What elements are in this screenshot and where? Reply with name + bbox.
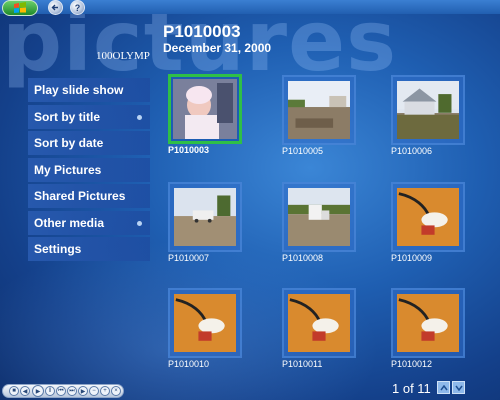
side-menu: Play slide show Sort by title Sort by da… bbox=[28, 78, 150, 264]
photo-thumbnail bbox=[397, 188, 459, 246]
folder-name: 100OLYMP bbox=[96, 50, 150, 62]
start-button[interactable] bbox=[2, 0, 38, 16]
thumbnail-frame bbox=[282, 182, 356, 252]
photo-thumbnail bbox=[288, 188, 350, 246]
transport-controls: ■ ◀ ▶ ‖ ⏮ ⏭ ▶ − + × bbox=[2, 384, 124, 398]
menu-item-sort-by-date[interactable]: Sort by date bbox=[28, 131, 150, 155]
photo-thumbnail bbox=[397, 81, 459, 139]
menu-item-other-media[interactable]: Other media bbox=[28, 210, 150, 235]
thumbnail-tile[interactable]: P1010009 bbox=[391, 182, 469, 263]
thumbnail-tile[interactable]: P1010008 bbox=[282, 182, 360, 263]
menu-item-sort-by-title[interactable]: Sort by title bbox=[28, 104, 150, 129]
volume-down-icon[interactable]: − bbox=[89, 386, 99, 396]
thumbnail-tile[interactable]: P1010007 bbox=[168, 182, 246, 263]
thumbnail-caption: P1010012 bbox=[391, 359, 433, 369]
thumbnail-frame bbox=[391, 75, 465, 145]
menu-item-label: Sort by date bbox=[34, 136, 104, 150]
chevron-up-icon bbox=[439, 384, 448, 390]
thumbnail-frame bbox=[282, 75, 356, 145]
thumbnail-caption: P1010009 bbox=[391, 253, 433, 263]
windows-flag-icon bbox=[14, 2, 26, 13]
play-icon[interactable]: ▶ bbox=[32, 385, 44, 397]
thumbnail-tile[interactable]: P1010006 bbox=[391, 75, 469, 156]
menu-item-label: Other media bbox=[34, 215, 105, 230]
option-dot-icon bbox=[137, 114, 142, 120]
thumbnail-frame bbox=[168, 74, 242, 144]
menu-item-shared-pictures[interactable]: Shared Pictures bbox=[28, 184, 150, 208]
option-dot-icon bbox=[137, 220, 142, 226]
thumbnail-frame bbox=[391, 288, 465, 358]
next-icon[interactable]: ⏭ bbox=[67, 386, 77, 396]
menu-item-label: Shared Pictures bbox=[34, 189, 126, 203]
menu-item-label: Play slide show bbox=[34, 83, 124, 97]
menu-item-label: Sort by title bbox=[34, 109, 101, 124]
help-icon: ? bbox=[74, 2, 81, 13]
thumbnail-tile[interactable]: P1010005 bbox=[282, 75, 360, 156]
rewind-icon[interactable]: ◀ bbox=[20, 386, 30, 396]
back-button[interactable] bbox=[48, 0, 63, 15]
photo-title: P1010003 bbox=[163, 22, 241, 41]
page-indicator: 1 of 11 bbox=[392, 381, 431, 396]
photo-thumbnail bbox=[174, 188, 236, 246]
thumbnail-caption: P1010006 bbox=[391, 146, 433, 156]
previous-icon[interactable]: ⏮ bbox=[56, 386, 66, 396]
thumbnail-frame bbox=[391, 182, 465, 252]
thumbnail-tile[interactable]: P1010012 bbox=[391, 288, 469, 369]
fast-forward-icon[interactable]: ▶ bbox=[78, 386, 88, 396]
photo-thumbnail bbox=[288, 81, 350, 139]
pause-icon[interactable]: ‖ bbox=[45, 386, 55, 396]
menu-item-settings[interactable]: Settings bbox=[28, 237, 150, 261]
photo-date: December 31, 2000 bbox=[163, 41, 272, 55]
thumbnail-frame bbox=[168, 182, 242, 252]
menu-item-label: My Pictures bbox=[34, 162, 102, 177]
photo-thumbnail bbox=[397, 294, 459, 352]
thumbnail-caption: P1010005 bbox=[282, 146, 324, 156]
thumbnail-tile[interactable]: P1010011 bbox=[282, 288, 360, 369]
thumbnail-caption: P1010007 bbox=[168, 253, 210, 263]
thumbnail-frame bbox=[282, 288, 356, 358]
thumbnail-caption: P1010010 bbox=[168, 359, 210, 369]
photo-thumbnail bbox=[173, 79, 237, 139]
stop-icon[interactable]: ■ bbox=[9, 386, 19, 396]
page-up-button[interactable] bbox=[437, 381, 450, 394]
mute-icon[interactable]: × bbox=[111, 386, 121, 396]
thumbnail-tile[interactable]: P1010003 bbox=[168, 74, 246, 155]
photo-thumbnail bbox=[288, 294, 350, 352]
menu-item-my-pictures[interactable]: My Pictures bbox=[28, 157, 150, 182]
thumbnail-frame bbox=[168, 288, 242, 358]
back-arrow-icon bbox=[51, 4, 58, 11]
photo-thumbnail bbox=[174, 294, 236, 352]
page-down-button[interactable] bbox=[452, 381, 465, 394]
help-button[interactable]: ? bbox=[70, 0, 85, 15]
chevron-down-icon bbox=[454, 385, 463, 391]
thumbnail-tile[interactable]: P1010010 bbox=[168, 288, 246, 369]
media-center-screen: pictures ? 100OLYMP P1010003 December 31… bbox=[0, 0, 500, 400]
thumbnail-caption: P1010008 bbox=[282, 253, 324, 263]
thumbnail-caption: P1010011 bbox=[282, 359, 323, 369]
thumbnail-caption: P1010003 bbox=[168, 145, 210, 155]
menu-item-play-slide-show[interactable]: Play slide show bbox=[28, 78, 150, 102]
volume-up-icon[interactable]: + bbox=[100, 386, 110, 396]
menu-item-label: Settings bbox=[34, 242, 82, 256]
